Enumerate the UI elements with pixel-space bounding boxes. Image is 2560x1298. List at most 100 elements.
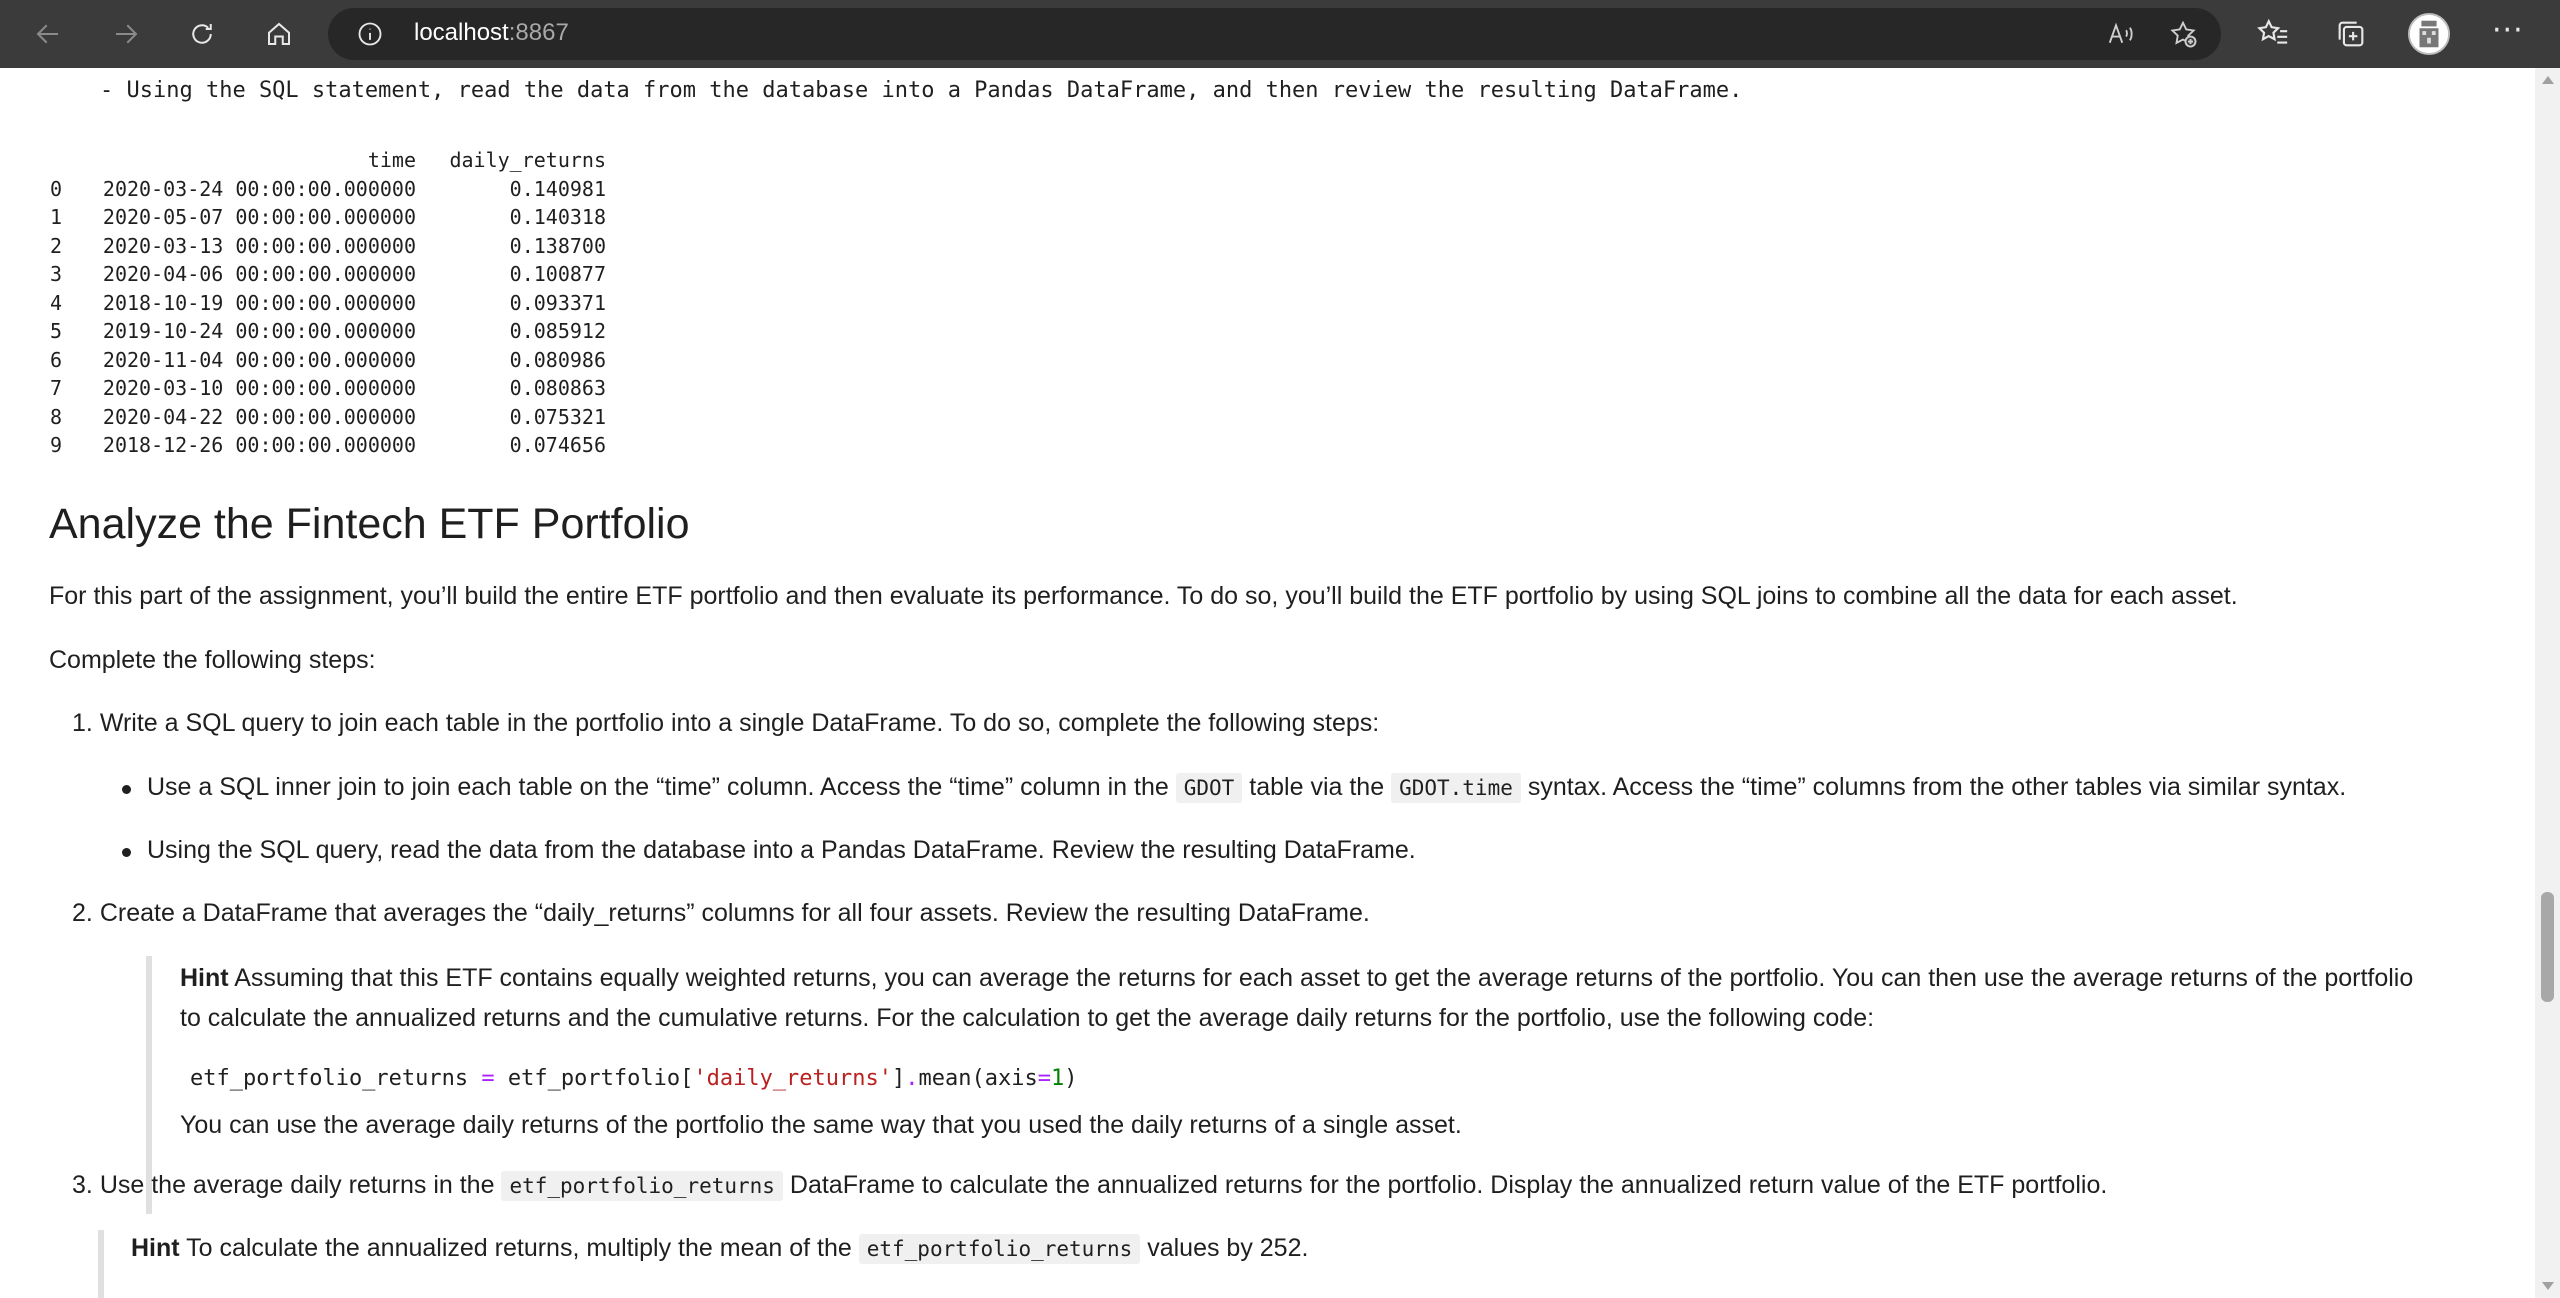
code-snippet: etf_portfolio_returns = etf_portfolio['d… bbox=[190, 1066, 1078, 1091]
table-cell: 5 bbox=[50, 319, 63, 343]
url-port: :8867 bbox=[508, 19, 569, 46]
step-1-bullet-1: Use a SQL inner join to join each table … bbox=[147, 773, 2347, 803]
inline-code: etf_portfolio_returns bbox=[501, 1171, 783, 1201]
table-cell: 2019-10-24 00:00:00.000000 bbox=[102, 319, 416, 343]
code-token: etf_portfolio_returns bbox=[190, 1066, 469, 1091]
table-cell: 1 bbox=[50, 205, 63, 229]
table-cell: daily_returns bbox=[449, 148, 606, 172]
collections-icon[interactable] bbox=[2334, 17, 2368, 51]
table-cell: 2018-12-26 00:00:00.000000 bbox=[102, 433, 416, 457]
step-3-hint: Hint To calculate the annualized returns… bbox=[131, 1234, 1309, 1264]
code-token: [ bbox=[680, 1066, 694, 1091]
inline-code: GDOT bbox=[1175, 773, 1243, 803]
table-cell: 2018-10-19 00:00:00.000000 bbox=[102, 290, 416, 315]
step-text: Use the average daily returns in the bbox=[99, 1171, 495, 1199]
code-token: 1 bbox=[1051, 1066, 1065, 1091]
table-row: 3 2020-04-06 00:00:00.000000 0.100877 bbox=[50, 260, 606, 289]
table-cell: 2020-11-04 00:00:00.000000 bbox=[102, 347, 416, 372]
code-token: 'daily_returns' bbox=[693, 1066, 893, 1091]
inline-code: GDOT.time bbox=[1391, 773, 1521, 803]
table-cell: 0.074656 bbox=[509, 433, 606, 457]
table-cell: 2020-03-10 00:00:00.000000 bbox=[102, 376, 416, 400]
code-token: ) bbox=[1064, 1066, 1078, 1091]
favorite-add-icon[interactable] bbox=[2168, 19, 2198, 49]
favorites-icon[interactable] bbox=[2256, 17, 2290, 51]
hint-label: Hint bbox=[180, 964, 229, 992]
info-icon[interactable] bbox=[356, 20, 384, 48]
table-row: 2 2020-03-13 00:00:00.000000 0.138700 bbox=[50, 232, 606, 261]
table-cell: 9 bbox=[50, 433, 63, 457]
table-cell: 0.140318 bbox=[509, 205, 606, 229]
table-cell: 7 bbox=[50, 376, 63, 400]
table-cell: 0.075321 bbox=[509, 404, 606, 429]
hint-label: Hint bbox=[131, 1234, 180, 1262]
code-token: ] bbox=[892, 1066, 906, 1091]
step-number: 1. bbox=[72, 709, 93, 737]
bullet-marker bbox=[122, 785, 131, 794]
step-text: Create a DataFrame that averages the “da… bbox=[99, 899, 1370, 927]
table-cell: time bbox=[367, 148, 416, 172]
table-cell: 0.100877 bbox=[509, 262, 606, 286]
code-token: . bbox=[905, 1066, 919, 1091]
table-row: 4 2018-10-19 00:00:00.000000 0.093371 bbox=[50, 289, 606, 318]
code-token: mean(axis bbox=[918, 1066, 1038, 1091]
back-icon[interactable] bbox=[26, 12, 70, 56]
hint-quote-bar bbox=[98, 1230, 104, 1298]
address-bar[interactable]: localhost:8867 bbox=[328, 8, 2221, 60]
scroll-up-icon[interactable] bbox=[2542, 76, 2554, 84]
table-cell: 6 bbox=[50, 347, 63, 372]
table-cell: 0.140981 bbox=[509, 176, 606, 201]
table-cell: 0.138700 bbox=[509, 233, 606, 258]
table-cell: 2020-03-13 00:00:00.000000 bbox=[102, 233, 416, 258]
code-token: = bbox=[481, 1066, 495, 1091]
step-2: 2. Create a DataFrame that averages the … bbox=[72, 899, 1370, 928]
profile-avatar[interactable] bbox=[2408, 13, 2450, 55]
scroll-down-icon[interactable] bbox=[2542, 1282, 2554, 1290]
table-cell: 0.080863 bbox=[509, 376, 606, 400]
dataframe-output: time daily_returns 0 2020-03-24 00:00:00.00… bbox=[50, 146, 606, 460]
hint-line-2: to calculate the annualized returns and … bbox=[180, 1004, 1875, 1032]
more-icon[interactable]: ··· bbox=[2492, 16, 2526, 51]
table-cell: 4 bbox=[50, 290, 63, 315]
inline-code: etf_portfolio_returns bbox=[858, 1234, 1141, 1264]
table-row: 9 2018-12-26 00:00:00.000000 0.074656 bbox=[50, 431, 606, 460]
hint-text: Assuming that this ETF contains equally … bbox=[234, 964, 2414, 992]
table-cell: 0.080986 bbox=[509, 347, 606, 372]
vertical-scrollbar[interactable] bbox=[2535, 68, 2560, 1298]
scrollbar-thumb[interactable] bbox=[2541, 892, 2554, 1002]
complete-steps-text: Complete the following steps: bbox=[49, 646, 376, 674]
read-aloud-icon[interactable] bbox=[2106, 19, 2136, 49]
table-cell: 8 bbox=[50, 404, 63, 429]
table-cell: 2 bbox=[50, 233, 63, 258]
table-cell: 3 bbox=[50, 262, 63, 286]
url-host: localhost bbox=[414, 19, 509, 46]
step-1-bullet-2: Using the SQL query, read the data from … bbox=[147, 836, 1416, 864]
code-token: = bbox=[1037, 1066, 1051, 1091]
notebook-content: - Using the SQL statement, read the data… bbox=[0, 68, 2535, 1298]
after-code-text: You can use the average daily returns of… bbox=[180, 1111, 1462, 1139]
step-text: DataFrame to calculate the annualized re… bbox=[789, 1171, 2108, 1199]
step-text: Write a SQL query to join each table in … bbox=[99, 709, 1380, 737]
table-row: 1 2020-05-07 00:00:00.000000 0.140318 bbox=[50, 203, 606, 232]
refresh-icon[interactable] bbox=[180, 12, 224, 56]
table-row: 0 2020-03-24 00:00:00.000000 0.140981 bbox=[50, 175, 606, 204]
bullet-text: table via the bbox=[1249, 773, 1385, 801]
bullet-text: Use a SQL inner join to join each table … bbox=[147, 773, 1169, 801]
table-cell: 0.085912 bbox=[509, 319, 606, 343]
forward-icon[interactable] bbox=[104, 12, 148, 56]
hint-text: values by 252. bbox=[1147, 1234, 1309, 1262]
bullet-text: syntax. Access the “time” columns from t… bbox=[1527, 773, 2347, 801]
browser-toolbar: localhost:8867 ··· bbox=[0, 0, 2560, 68]
table-cell: 0 bbox=[50, 176, 63, 201]
code-token: etf_portfolio bbox=[507, 1066, 681, 1091]
table-cell: 2020-04-06 00:00:00.000000 bbox=[102, 262, 416, 286]
table-cell: 0.093371 bbox=[509, 290, 606, 315]
table-row: 7 2020-03-10 00:00:00.000000 0.080863 bbox=[50, 374, 606, 403]
section-heading: Analyze the Fintech ETF Portfolio bbox=[49, 500, 690, 548]
intro-paragraph: For this part of the assignment, you’ll … bbox=[49, 582, 2238, 610]
url-text: localhost:8867 bbox=[414, 19, 569, 47]
table-cell: 2020-05-07 00:00:00.000000 bbox=[102, 205, 416, 229]
outline-line: - Using the SQL statement, read the data… bbox=[100, 78, 1743, 103]
hint-line-1: Hint Assuming that this ETF contains equ… bbox=[180, 964, 2413, 993]
home-icon[interactable] bbox=[257, 12, 301, 56]
